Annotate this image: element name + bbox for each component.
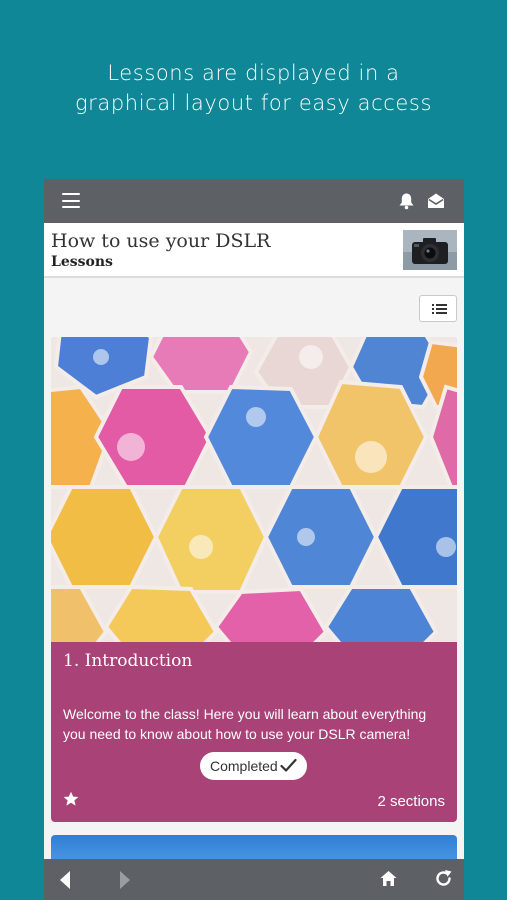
bell-icon[interactable] [398, 192, 415, 210]
triangle-right-icon[interactable] [119, 871, 131, 889]
bottom-toolbar [44, 859, 464, 900]
promo-line-1: Lessons are displayed in a [107, 61, 400, 85]
hamburger-icon[interactable] [62, 193, 80, 208]
checkmark-icon [280, 758, 297, 772]
top-toolbar [44, 179, 464, 223]
list-view-icon [432, 304, 447, 314]
promo-line-2: graphical layout for easy access [74, 91, 433, 115]
promo-caption: Lessons are displayed in a graphical lay… [0, 58, 507, 118]
lesson-description: Welcome to the class! Here you will lear… [63, 706, 427, 742]
completed-badge: Completed [200, 752, 307, 780]
refresh-icon[interactable] [434, 869, 453, 888]
page-header: How to use your DSLR Lessons [44, 223, 464, 278]
lesson-cover-image [51, 337, 457, 659]
home-icon[interactable] [380, 870, 397, 887]
camera-thumbnail [403, 230, 457, 270]
page-title: How to use your DSLR [51, 230, 271, 252]
page-subtitle: Lessons [51, 254, 113, 270]
sections-count: 2 sections [377, 793, 445, 810]
star-icon[interactable] [63, 791, 79, 807]
list-view-button[interactable] [419, 295, 457, 322]
completed-label: Completed [210, 758, 278, 774]
triangle-left-icon[interactable] [60, 871, 72, 889]
app-screen: How to use your DSLR Lessons 1. Introduc… [44, 179, 464, 900]
envelope-open-icon[interactable] [426, 191, 446, 211]
lesson-card[interactable]: 1. Introduction Welcome to the class! He… [51, 337, 457, 822]
lesson-title: 1. Introduction [63, 651, 193, 671]
